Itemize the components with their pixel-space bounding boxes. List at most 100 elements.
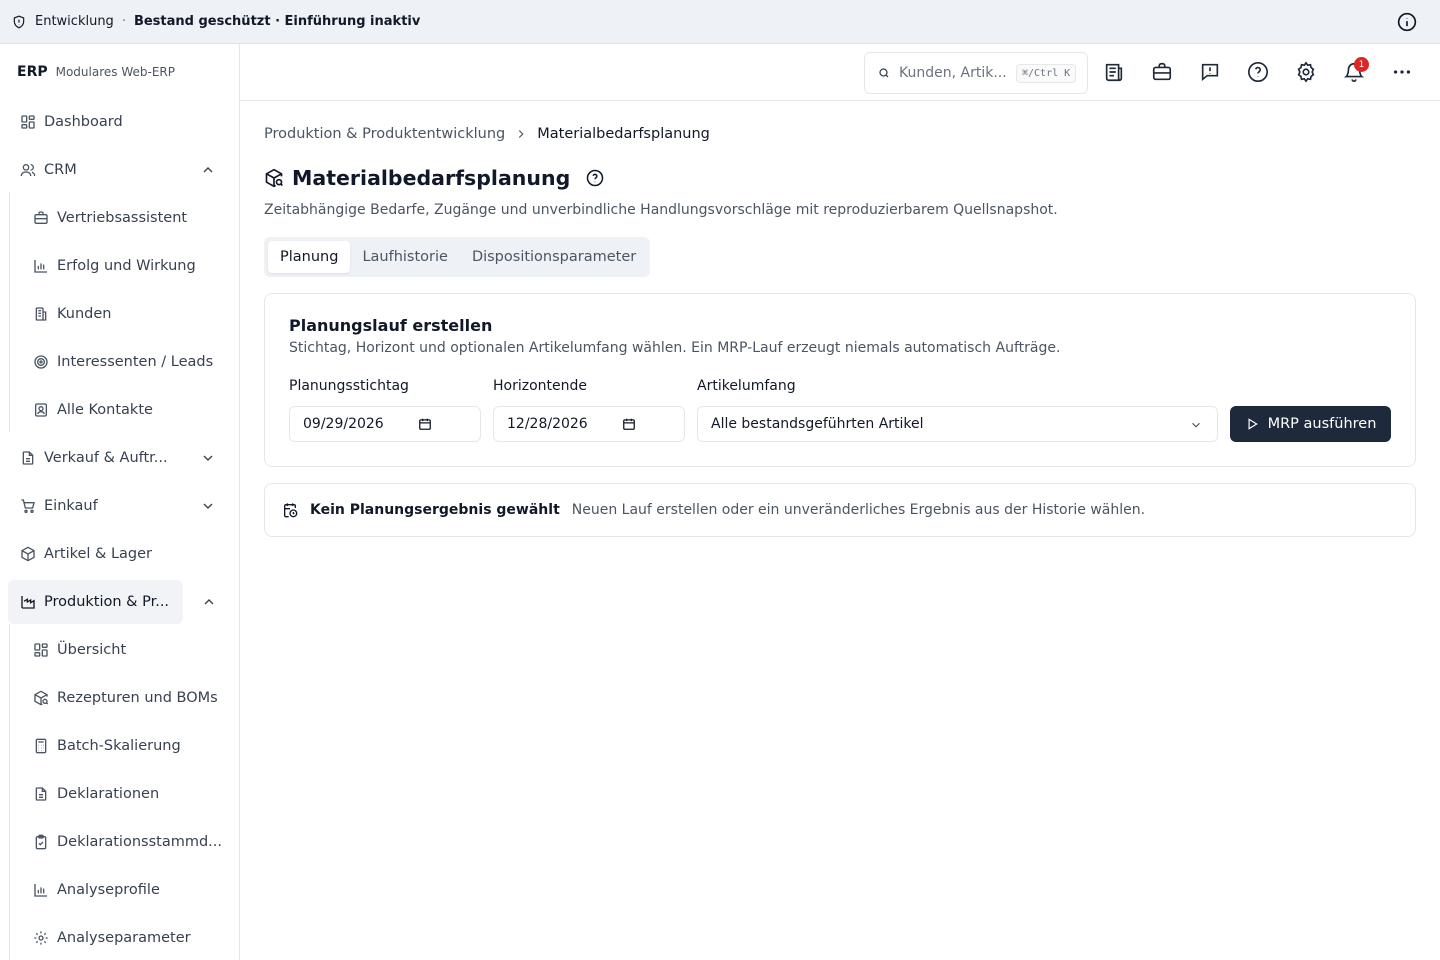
briefcase-icon[interactable] [1151, 61, 1173, 83]
sidebar-item-deklarationen[interactable]: Deklarationen [21, 772, 221, 816]
sidebar-item-dashboard[interactable]: Dashboard [8, 100, 232, 144]
settings-icon[interactable] [1295, 61, 1317, 83]
feedback-icon[interactable] [1199, 61, 1221, 83]
banner-separator: · [121, 14, 126, 29]
info-icon[interactable] [1397, 12, 1417, 32]
target-icon [34, 355, 48, 369]
sidebar-item-label: Rezepturen und BOMs [57, 690, 218, 706]
sidebar-item-interessenten-leads[interactable]: Interessenten / Leads [21, 340, 221, 384]
app-header: Kunden, Artik... ⌘/Ctrl K 1 [240, 44, 1440, 101]
article-scope-select[interactable]: Alle bestandsgeführten Artikel [697, 406, 1218, 442]
sidebar-item-label: Interessenten / Leads [57, 354, 214, 370]
factory-icon [21, 596, 35, 609]
sidebar-item-verkauf[interactable]: Verkauf & Auftr... [8, 436, 232, 480]
sidebar-item-rezepturen-boms[interactable]: Rezepturen und BOMs [21, 676, 221, 720]
scope-label: Artikelumfang [697, 378, 796, 394]
document-icon [22, 451, 34, 465]
sidebar-item-label: Erfolg und Wirkung [57, 258, 196, 274]
sidebar-item-einkauf[interactable]: Einkauf [8, 484, 232, 528]
tab-laufhistorie[interactable]: Laufhistorie [350, 241, 460, 273]
sidebar-item-produktion[interactable]: Produktion & Pr... [8, 580, 183, 624]
sidebar-item-label: Vertriebsassistent [57, 210, 188, 226]
sidebar-item-label: Deklarationen [57, 786, 160, 802]
sidebar-item-deklarationsstammdaten[interactable]: Deklarationsstammd... [21, 820, 222, 864]
calculator-icon [35, 738, 47, 754]
sidebar: ERP Modulares Web-ERP Dashboard CRM Vert… [0, 44, 240, 960]
card-description: Stichtag, Horizont und optionalen Artike… [289, 340, 1061, 356]
sidebar-item-alle-kontakte[interactable]: Alle Kontakte [21, 388, 221, 432]
planning-run-card: Planungslauf erstellen Stichtag, Horizon… [264, 293, 1416, 467]
brand-logo: ERP [17, 64, 48, 80]
chevron-up-icon[interactable] [201, 594, 217, 610]
sidebar-item-label: Deklarationsstammd... [57, 834, 222, 850]
users-icon [20, 164, 36, 177]
page-title: Materialbedarfsplanung [292, 166, 571, 190]
production-submenu-line [9, 624, 10, 960]
sidebar-item-label: Batch-Skalierung [57, 738, 181, 754]
sidebar-item-uebersicht[interactable]: Übersicht [21, 628, 221, 672]
sidebar-item-label: Dashboard [44, 114, 123, 130]
empty-state-title: Kein Planungsergebnis gewählt [310, 502, 560, 518]
bar-chart-icon [34, 884, 47, 897]
tab-dispositionsparameter[interactable]: Dispositionsparameter [460, 241, 648, 273]
clipboard-check-icon [35, 834, 47, 850]
chevron-up-icon [203, 167, 213, 173]
environment-label: Entwicklung [35, 14, 114, 29]
sidebar-item-erfolg-und-wirkung[interactable]: Erfolg und Wirkung [21, 244, 221, 288]
search-input[interactable]: Kunden, Artik... [899, 65, 1009, 81]
sidebar-item-crm[interactable]: CRM [8, 148, 232, 192]
planning-date-label: Planungsstichtag [289, 378, 409, 394]
crm-submenu-line [9, 192, 10, 432]
gear-icon [34, 931, 48, 945]
card-title: Planungslauf erstellen [289, 316, 493, 335]
sidebar-item-label: Artikel & Lager [44, 546, 152, 562]
building-icon [35, 307, 47, 321]
breadcrumb-parent-link[interactable]: Produktion & Produktentwicklung [264, 126, 505, 142]
chevron-down-icon [1192, 422, 1200, 428]
run-mrp-label: MRP ausführen [1267, 416, 1377, 432]
article-scope-value: Alle bestandsgeführten Artikel [711, 416, 924, 432]
run-mrp-button[interactable]: MRP ausführen [1230, 406, 1391, 442]
sidebar-item-analyseprofile[interactable]: Analyseprofile [21, 868, 221, 912]
horizon-label: Horizontende [493, 378, 588, 394]
no-result-notice: Kein Planungsergebnis gewählt Neuen Lauf… [264, 483, 1416, 537]
more-icon[interactable] [1391, 61, 1413, 83]
page-title-row: Materialbedarfsplanung [264, 166, 604, 190]
tab-planung[interactable]: Planung [268, 241, 351, 273]
help-icon[interactable] [1247, 61, 1269, 83]
page-subtitle: Zeitabhängige Bedarfe, Zugänge und unver… [264, 202, 1058, 218]
sidebar-item-batch-skalierung[interactable]: Batch-Skalierung [21, 724, 221, 768]
calendar-icon[interactable] [622, 417, 636, 431]
notification-badge: 1 [1354, 57, 1369, 72]
planning-date-field[interactable]: 09/29/2026 [289, 406, 481, 442]
sidebar-item-label: Kunden [57, 306, 112, 322]
sidebar-item-artikel-lager[interactable]: Artikel & Lager [8, 532, 232, 576]
sidebar-item-vertriebsassistent[interactable]: Vertriebsassistent [21, 196, 221, 240]
brand[interactable]: ERP Modulares Web-ERP [17, 64, 175, 80]
news-icon[interactable] [1103, 61, 1125, 83]
sidebar-item-kunden[interactable]: Kunden [21, 292, 221, 336]
document-icon [35, 787, 47, 801]
global-search[interactable]: Kunden, Artik... ⌘/Ctrl K [864, 52, 1088, 94]
horizon-date-field[interactable]: 12/28/2026 [493, 406, 685, 442]
chevron-right-icon [519, 130, 524, 138]
sidebar-item-label: CRM [44, 162, 77, 178]
brand-tagline: Modulares Web-ERP [55, 65, 175, 79]
calendar-icon[interactable] [418, 417, 432, 431]
environment-banner: Entwicklung · Bestand geschützt · Einfüh… [0, 0, 1440, 44]
shield-icon [13, 15, 25, 28]
sidebar-item-label: Alle Kontakte [57, 402, 153, 418]
sidebar-item-label: Produktion & Pr... [44, 594, 170, 610]
environment-status: Bestand geschützt · Einführung inaktiv [133, 14, 421, 29]
cart-icon [21, 499, 35, 513]
help-icon[interactable] [586, 169, 604, 187]
sidebar-item-label: Analyseprofile [57, 882, 160, 898]
play-icon [1248, 418, 1258, 430]
breadcrumb-current: Materialbedarfsplanung [537, 126, 710, 142]
sidebar-item-analyseparameter[interactable]: Analyseparameter [21, 916, 221, 960]
empty-state-message: Neuen Lauf erstellen oder ein unveränder… [571, 502, 1146, 518]
sidebar-item-label: Übersicht [57, 642, 127, 658]
chevron-down-icon [203, 503, 213, 509]
horizon-date-value: 12/28/2026 [507, 416, 588, 432]
package-search-icon [34, 690, 49, 706]
